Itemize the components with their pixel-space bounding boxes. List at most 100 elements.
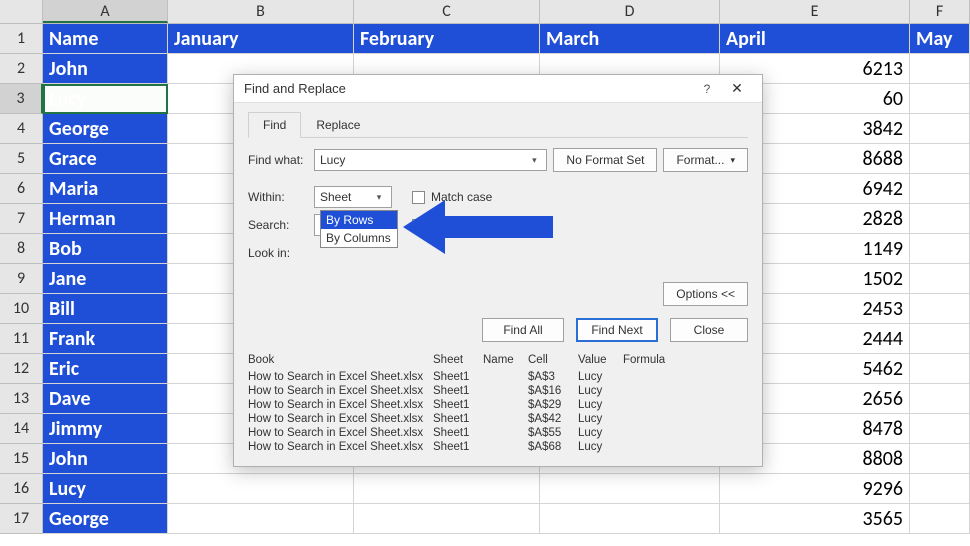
cell-E16[interactable]: 9296 [720, 474, 910, 504]
cell-A17[interactable]: George [43, 504, 168, 534]
results-row[interactable]: How to Search in Excel Sheet.xlsxSheet1$… [248, 398, 748, 412]
results-col-cell[interactable]: Cell [528, 352, 578, 370]
cell-D17[interactable] [540, 504, 720, 534]
cell-F3[interactable] [910, 84, 970, 114]
col-header-E[interactable]: E [720, 0, 910, 23]
row-header[interactable]: 1 [0, 24, 43, 54]
results-row[interactable]: How to Search in Excel Sheet.xlsxSheet1$… [248, 412, 748, 426]
results-row[interactable]: How to Search in Excel Sheet.xlsxSheet1$… [248, 426, 748, 440]
select-all-corner[interactable] [0, 0, 43, 23]
header-cell-May[interactable]: May [910, 24, 970, 54]
dialog-titlebar[interactable]: Find and Replace ? ✕ [234, 75, 762, 103]
results-row[interactable]: How to Search in Excel Sheet.xlsxSheet1$… [248, 440, 748, 454]
cell-D16[interactable] [540, 474, 720, 504]
cell-F7[interactable] [910, 204, 970, 234]
cell-A14[interactable]: Jimmy [43, 414, 168, 444]
results-col-formula[interactable]: Formula [623, 352, 748, 370]
header-cell-January[interactable]: January [168, 24, 354, 54]
cell-A11[interactable]: Frank [43, 324, 168, 354]
cell-A5[interactable]: Grace [43, 144, 168, 174]
row-header[interactable]: 3 [0, 84, 43, 114]
dialog-buttons: Find All Find Next Close [248, 318, 748, 342]
cell-A12[interactable]: Eric [43, 354, 168, 384]
results-col-name[interactable]: Name [483, 352, 528, 370]
row-header[interactable]: 4 [0, 114, 43, 144]
cell-F8[interactable] [910, 234, 970, 264]
cell-A13[interactable]: Dave [43, 384, 168, 414]
row-header[interactable]: 13 [0, 384, 43, 414]
cell-F17[interactable] [910, 504, 970, 534]
find-all-button[interactable]: Find All [482, 318, 564, 342]
cell-F14[interactable] [910, 414, 970, 444]
cell-F13[interactable] [910, 384, 970, 414]
help-button[interactable]: ? [692, 82, 722, 96]
tab-replace[interactable]: Replace [301, 112, 375, 138]
dropdown-option-by-columns[interactable]: By Columns [321, 229, 397, 247]
cell-A8[interactable]: Bob [43, 234, 168, 264]
cell-A15[interactable]: John [43, 444, 168, 474]
row-header[interactable]: 14 [0, 414, 43, 444]
col-header-C[interactable]: C [354, 0, 540, 23]
row-header[interactable]: 15 [0, 444, 43, 474]
row-header[interactable]: 17 [0, 504, 43, 534]
row-header[interactable]: 9 [0, 264, 43, 294]
cell-B17[interactable] [168, 504, 354, 534]
header-cell-Name[interactable]: Name [43, 24, 168, 54]
tab-find[interactable]: Find [248, 112, 301, 138]
results-row[interactable]: How to Search in Excel Sheet.xlsxSheet1$… [248, 384, 748, 398]
cell-A6[interactable]: Maria [43, 174, 168, 204]
cell-B16[interactable] [168, 474, 354, 504]
cell-E17[interactable]: 3565 [720, 504, 910, 534]
col-header-A[interactable]: A [43, 0, 168, 23]
cell-A4[interactable]: George [43, 114, 168, 144]
close-icon[interactable]: ✕ [722, 80, 752, 97]
row-header[interactable]: 11 [0, 324, 43, 354]
cell-A7[interactable]: Herman [43, 204, 168, 234]
row-header[interactable]: 5 [0, 144, 43, 174]
cell-A16[interactable]: Lucy [43, 474, 168, 504]
header-cell-April[interactable]: April [720, 24, 910, 54]
cell-F5[interactable] [910, 144, 970, 174]
dropdown-option-by-rows[interactable]: By Rows [321, 211, 397, 229]
cell-F12[interactable] [910, 354, 970, 384]
results-col-sheet[interactable]: Sheet [433, 352, 483, 370]
header-cell-March[interactable]: March [540, 24, 720, 54]
find-what-input[interactable]: Lucy ▾ [314, 149, 547, 171]
results-col-book[interactable]: Book [248, 352, 433, 370]
row-header[interactable]: 10 [0, 294, 43, 324]
cell-F4[interactable] [910, 114, 970, 144]
close-button[interactable]: Close [670, 318, 748, 342]
cell-F16[interactable] [910, 474, 970, 504]
cell-A3[interactable]: Lucy [43, 84, 168, 114]
col-header-F[interactable]: F [910, 0, 970, 23]
cell-A10[interactable]: Bill [43, 294, 168, 324]
cell-F11[interactable] [910, 324, 970, 354]
cell-F10[interactable] [910, 294, 970, 324]
cell-F15[interactable] [910, 444, 970, 474]
cell-F9[interactable] [910, 264, 970, 294]
format-button[interactable]: Format... ▾ [663, 148, 748, 172]
results-col-value[interactable]: Value [578, 352, 623, 370]
chevron-down-icon[interactable]: ▾ [372, 192, 386, 203]
cell-F6[interactable] [910, 174, 970, 204]
no-format-button[interactable]: No Format Set [553, 148, 657, 172]
row-header[interactable]: 6 [0, 174, 43, 204]
row-header[interactable]: 2 [0, 54, 43, 84]
row-header[interactable]: 8 [0, 234, 43, 264]
col-header-D[interactable]: D [540, 0, 720, 23]
cell-C17[interactable] [354, 504, 540, 534]
results-row[interactable]: How to Search in Excel Sheet.xlsxSheet1$… [248, 370, 748, 384]
cell-C16[interactable] [354, 474, 540, 504]
options-button[interactable]: Options << [663, 282, 748, 306]
cell-A9[interactable]: Jane [43, 264, 168, 294]
cell-F2[interactable] [910, 54, 970, 84]
row-header[interactable]: 12 [0, 354, 43, 384]
row-header[interactable]: 7 [0, 204, 43, 234]
col-header-B[interactable]: B [168, 0, 354, 23]
find-next-button[interactable]: Find Next [576, 318, 658, 342]
row-header[interactable]: 16 [0, 474, 43, 504]
cell-A2[interactable]: John [43, 54, 168, 84]
within-select[interactable]: Sheet ▾ [314, 186, 392, 208]
chevron-down-icon[interactable]: ▾ [527, 155, 541, 166]
header-cell-February[interactable]: February [354, 24, 540, 54]
